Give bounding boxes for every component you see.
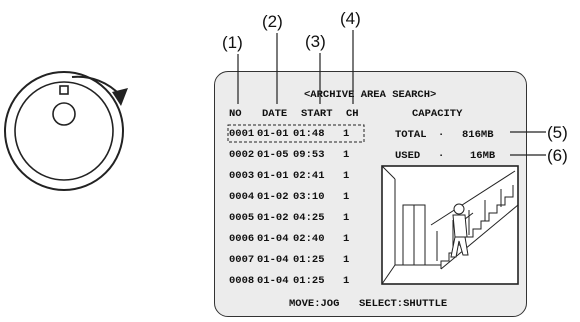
row-date: 01-04 [257, 275, 289, 287]
row-no: 0005 [229, 212, 255, 224]
row-ch: 1 [343, 128, 350, 140]
preview-image [381, 165, 519, 285]
row-no: 0001 [229, 128, 255, 140]
callout-4: (4) [340, 9, 361, 28]
row-start: 02:40 [293, 233, 325, 245]
footer-move: MOVE:JOG [289, 298, 340, 310]
callout-5: (5) [547, 123, 568, 142]
callout-3: (3) [305, 32, 326, 51]
row-no: 0004 [229, 191, 255, 203]
used-value: 16MB [470, 150, 496, 162]
header-date: DATE [262, 108, 288, 120]
row-ch: 1 [343, 212, 350, 224]
jog-dial[interactable] [0, 0, 140, 230]
row-start: 09:53 [293, 149, 325, 161]
row-date: 01-05 [257, 149, 289, 161]
footer-select: SELECT:SHUTTLE [359, 298, 448, 310]
row-date: 01-02 [257, 212, 289, 224]
row-date: 01-02 [257, 191, 289, 203]
used-label: USED [395, 150, 421, 162]
row-start: 01:25 [293, 275, 325, 287]
row-no: 0008 [229, 275, 255, 287]
screen-title: <ARCHIVE AREA SEARCH> [304, 89, 437, 101]
row-no: 0002 [229, 149, 255, 161]
row-ch: 1 [343, 149, 350, 161]
header-ch: CH [346, 108, 359, 120]
row-ch: 1 [343, 233, 350, 245]
row-date: 01-04 [257, 254, 289, 266]
row-ch: 1 [343, 275, 350, 287]
row-ch: 1 [343, 170, 350, 182]
row-ch: 1 [343, 191, 350, 203]
row-start: 01:25 [293, 254, 325, 266]
row-start: 01:48 [293, 128, 325, 140]
row-start: 04:25 [293, 212, 325, 224]
total-value: 816MB [462, 129, 494, 141]
callout-2: (2) [262, 12, 283, 31]
header-capacity: CAPACITY [412, 108, 463, 120]
row-date: 01-01 [257, 170, 289, 182]
row-no: 0006 [229, 233, 255, 245]
row-no: 0007 [229, 254, 255, 266]
jog-dial-body [4, 71, 124, 191]
row-no: 0003 [229, 170, 255, 182]
total-label: TOTAL [395, 129, 427, 141]
header-start: START [301, 108, 333, 120]
row-ch: 1 [343, 254, 350, 266]
total-separator: · [438, 129, 445, 141]
row-date: 01-01 [257, 128, 289, 140]
header-no: NO [229, 108, 242, 120]
row-start: 02:41 [293, 170, 325, 182]
row-start: 03:10 [293, 191, 325, 203]
callout-6: (6) [547, 146, 568, 165]
callout-1: (1) [222, 33, 243, 52]
used-separator: · [438, 150, 445, 162]
row-date: 01-04 [257, 233, 289, 245]
